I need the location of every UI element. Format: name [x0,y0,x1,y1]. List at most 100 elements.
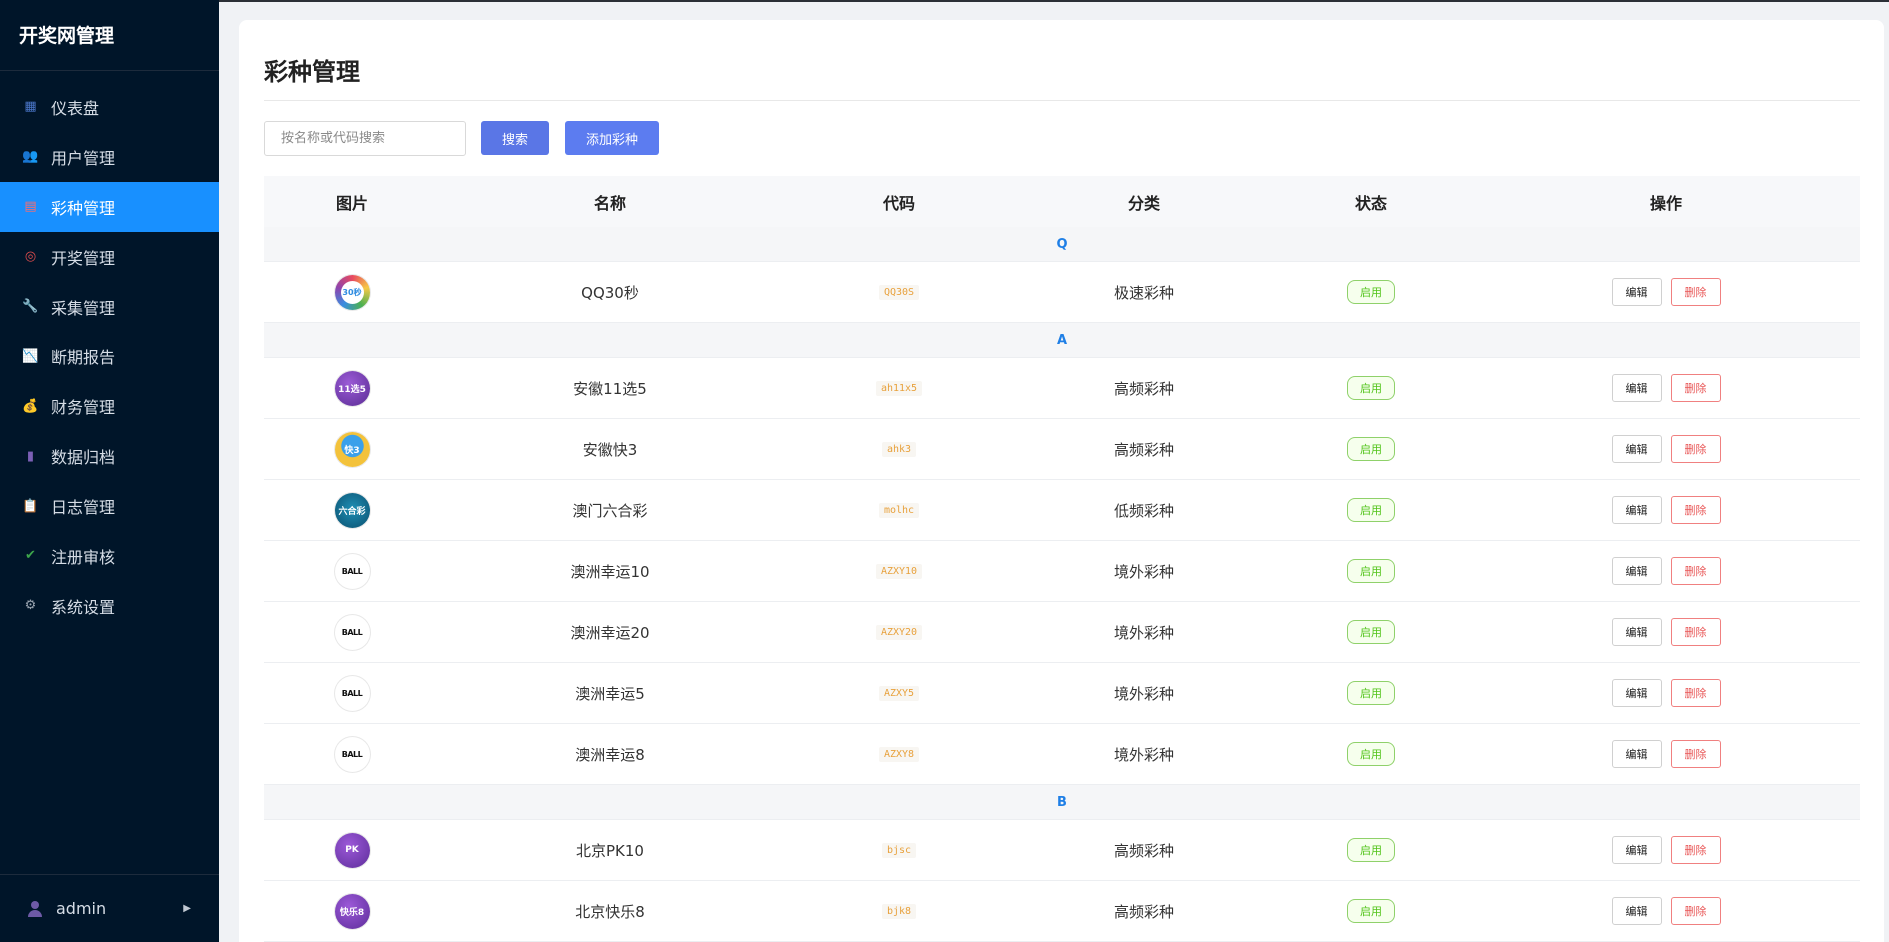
cell-name: QQ30秒 [581,283,639,302]
cell-actions: 编辑 删除 [1472,897,1860,925]
divider [264,100,1860,101]
sidebar-item-8[interactable]: ▮ 数据归档 [0,431,219,481]
edit-button[interactable]: 编辑 [1611,557,1662,585]
sidebar-item-7[interactable]: 💰 财务管理 [0,381,219,431]
target-icon: ◎ [24,249,37,265]
sidebar-item-label: 用户管理 [51,148,116,168]
sidebar-item-2[interactable]: 👥 用户管理 [0,132,219,182]
lottery-logo-text: BALL [341,749,363,759]
cell-code: AZXY8 [780,746,1018,762]
search-button[interactable]: 搜索 [481,121,549,155]
moneybag-icon: 💰 [22,398,39,414]
sidebar-item-label: 仪表盘 [51,98,100,118]
sidebar-item-4[interactable]: ◎ 开奖管理 [0,232,219,282]
user-icon [28,900,42,917]
cell-status: 启用 [1270,437,1472,461]
add-lottery-button[interactable]: 添加彩种 [565,121,659,155]
lottery-logo: 六合彩 [334,492,370,528]
expand-icon[interactable]: ▶ [183,903,191,914]
sidebar-item-1[interactable]: ▦ 仪表盘 [0,82,219,132]
lottery-logo: 快乐8 [334,893,370,929]
cell-name: 北京PK10 [576,841,644,860]
cell-name: 澳洲幸运10 [570,562,650,581]
lottery-icon: ▤ [24,199,37,215]
table-row: BALL 澳洲幸运8 AZXY8 境外彩种 启用 编辑 删除 [264,724,1860,785]
delete-button[interactable]: 删除 [1670,278,1721,306]
cell-category: 高频彩种 [1113,440,1174,459]
cell-code: QQ30S [780,284,1018,300]
user-name: admin [56,899,107,918]
cell-actions: 编辑 删除 [1472,435,1860,463]
delete-button[interactable]: 删除 [1670,836,1721,864]
lottery-logo-text: BALL [341,566,363,576]
cell-actions: 编辑 删除 [1472,557,1860,585]
table-body: Q 30秒 QQ30秒 QQ30S 极速彩种 启用 编辑 删除 A 11选5 安徽11选5 ah11x… [264,227,1860,942]
group-header: B [264,785,1860,820]
delete-button[interactable]: 删除 [1670,557,1721,585]
sidebar-item-5[interactable]: 🔧 采集管理 [0,282,219,332]
status-badge: 启用 [1347,620,1395,644]
edit-button[interactable]: 编辑 [1611,679,1662,707]
header-category: 分类 [1127,193,1160,213]
sidebar-item-10[interactable]: ✔ 注册审核 [0,531,219,581]
cell-actions: 编辑 删除 [1472,836,1860,864]
table-row: PK 北京PK10 bjsc 高频彩种 启用 编辑 删除 [264,820,1860,881]
edit-button[interactable]: 编辑 [1611,496,1662,524]
cell-status: 启用 [1270,838,1472,862]
status-badge: 启用 [1347,742,1395,766]
delete-button[interactable]: 删除 [1670,496,1721,524]
status-badge: 启用 [1347,838,1395,862]
cell-category: 境外彩种 [1113,745,1174,764]
sidebar-item-label: 日志管理 [51,498,116,518]
brand-title: 开奖网管理 [0,0,219,71]
sidebar-item-3[interactable]: ▤ 彩种管理 [0,181,219,232]
status-badge: 启用 [1347,280,1395,304]
group-header: A [264,323,1860,358]
edit-button[interactable]: 编辑 [1611,836,1662,864]
edit-button[interactable]: 编辑 [1611,740,1662,768]
cell-image: 六合彩 [264,492,440,528]
sidebar-item-label: 注册审核 [51,547,116,567]
edit-button[interactable]: 编辑 [1611,618,1662,646]
checkbox-icon: ✔ [25,548,36,564]
delete-button[interactable]: 删除 [1670,374,1721,402]
sidebar-item-6[interactable]: 📉 断期报告 [0,331,219,381]
code-tag: AZXY8 [878,746,920,762]
lottery-logo: BALL [334,736,370,772]
gear-icon: ⚙ [24,598,37,614]
delete-button[interactable]: 删除 [1670,740,1721,768]
cell-code: AZXY20 [780,624,1018,640]
report-icon: 📉 [22,348,39,364]
status-badge: 启用 [1347,498,1395,522]
cell-status: 启用 [1270,280,1472,304]
cell-code: AZXY10 [780,563,1018,579]
header-code: 代码 [882,193,915,213]
sidebar-item-11[interactable]: ⚙ 系统设置 [0,581,219,631]
edit-button[interactable]: 编辑 [1611,374,1662,402]
cell-status: 启用 [1270,376,1472,400]
sidebar-item-9[interactable]: 📋 日志管理 [0,481,219,531]
sidebar-nav: ▦ 仪表盘 👥 用户管理 ▤ 彩种管理 ◎ 开奖管理 🔧 采集管理 📉 断期报告 💰 财务管理 ▮ 数据归档 📋… [0,82,219,631]
header-actions: 操作 [1649,193,1682,213]
table-row: BALL 澳洲幸运20 AZXY20 境外彩种 启用 编辑 删除 [264,602,1860,663]
edit-button[interactable]: 编辑 [1611,278,1662,306]
code-tag: AZXY10 [875,563,923,579]
status-badge: 启用 [1347,437,1395,461]
cell-actions: 编辑 删除 [1472,496,1860,524]
sidebar-item-label: 采集管理 [51,298,116,318]
user-menu[interactable]: admin ▶ [0,874,219,942]
table-row: BALL 澳洲幸运10 AZXY10 境外彩种 启用 编辑 删除 [264,541,1860,602]
edit-button[interactable]: 编辑 [1611,897,1662,925]
cell-code: ahk3 [780,441,1018,457]
delete-button[interactable]: 删除 [1670,435,1721,463]
clipboard-icon: 📋 [22,498,39,514]
delete-button[interactable]: 删除 [1670,618,1721,646]
code-tag: AZXY20 [875,624,923,640]
edit-button[interactable]: 编辑 [1611,435,1662,463]
delete-button[interactable]: 删除 [1670,679,1721,707]
search-input[interactable] [264,121,466,156]
header-name: 名称 [593,193,626,213]
table-row: 快乐8 北京快乐8 bjk8 高频彩种 启用 编辑 删除 [264,881,1860,942]
delete-button[interactable]: 删除 [1670,897,1721,925]
lottery-logo: 11选5 [334,370,370,406]
